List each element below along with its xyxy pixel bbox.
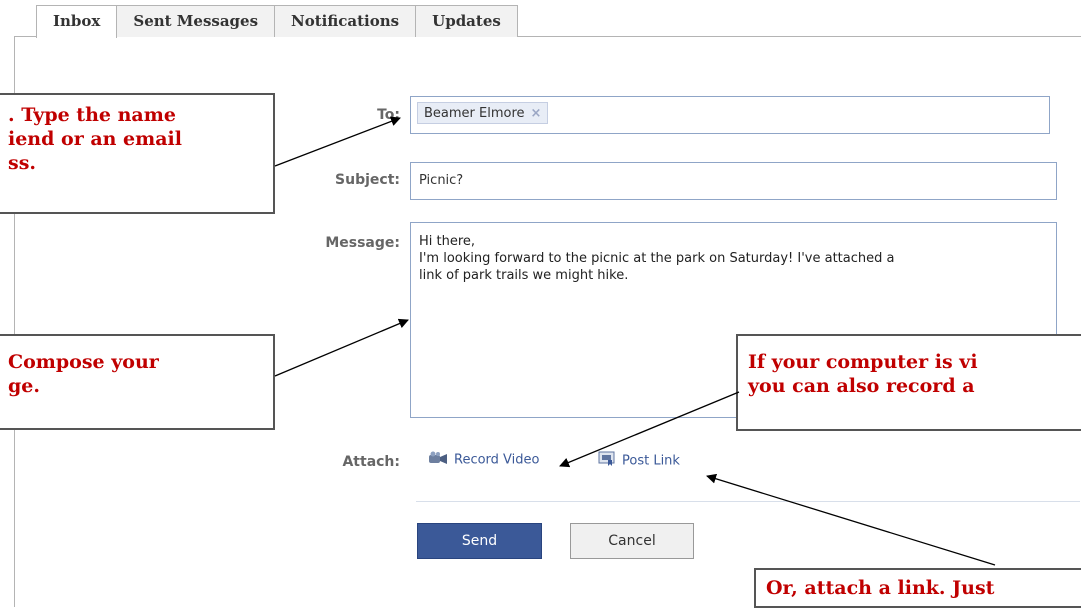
callout-arrows (274, 116, 996, 566)
arrow-to-message (274, 318, 409, 377)
arrow-to-record-video (559, 391, 740, 468)
arrow-to-post-link (706, 473, 996, 566)
arrow-to-recipient (274, 116, 401, 167)
